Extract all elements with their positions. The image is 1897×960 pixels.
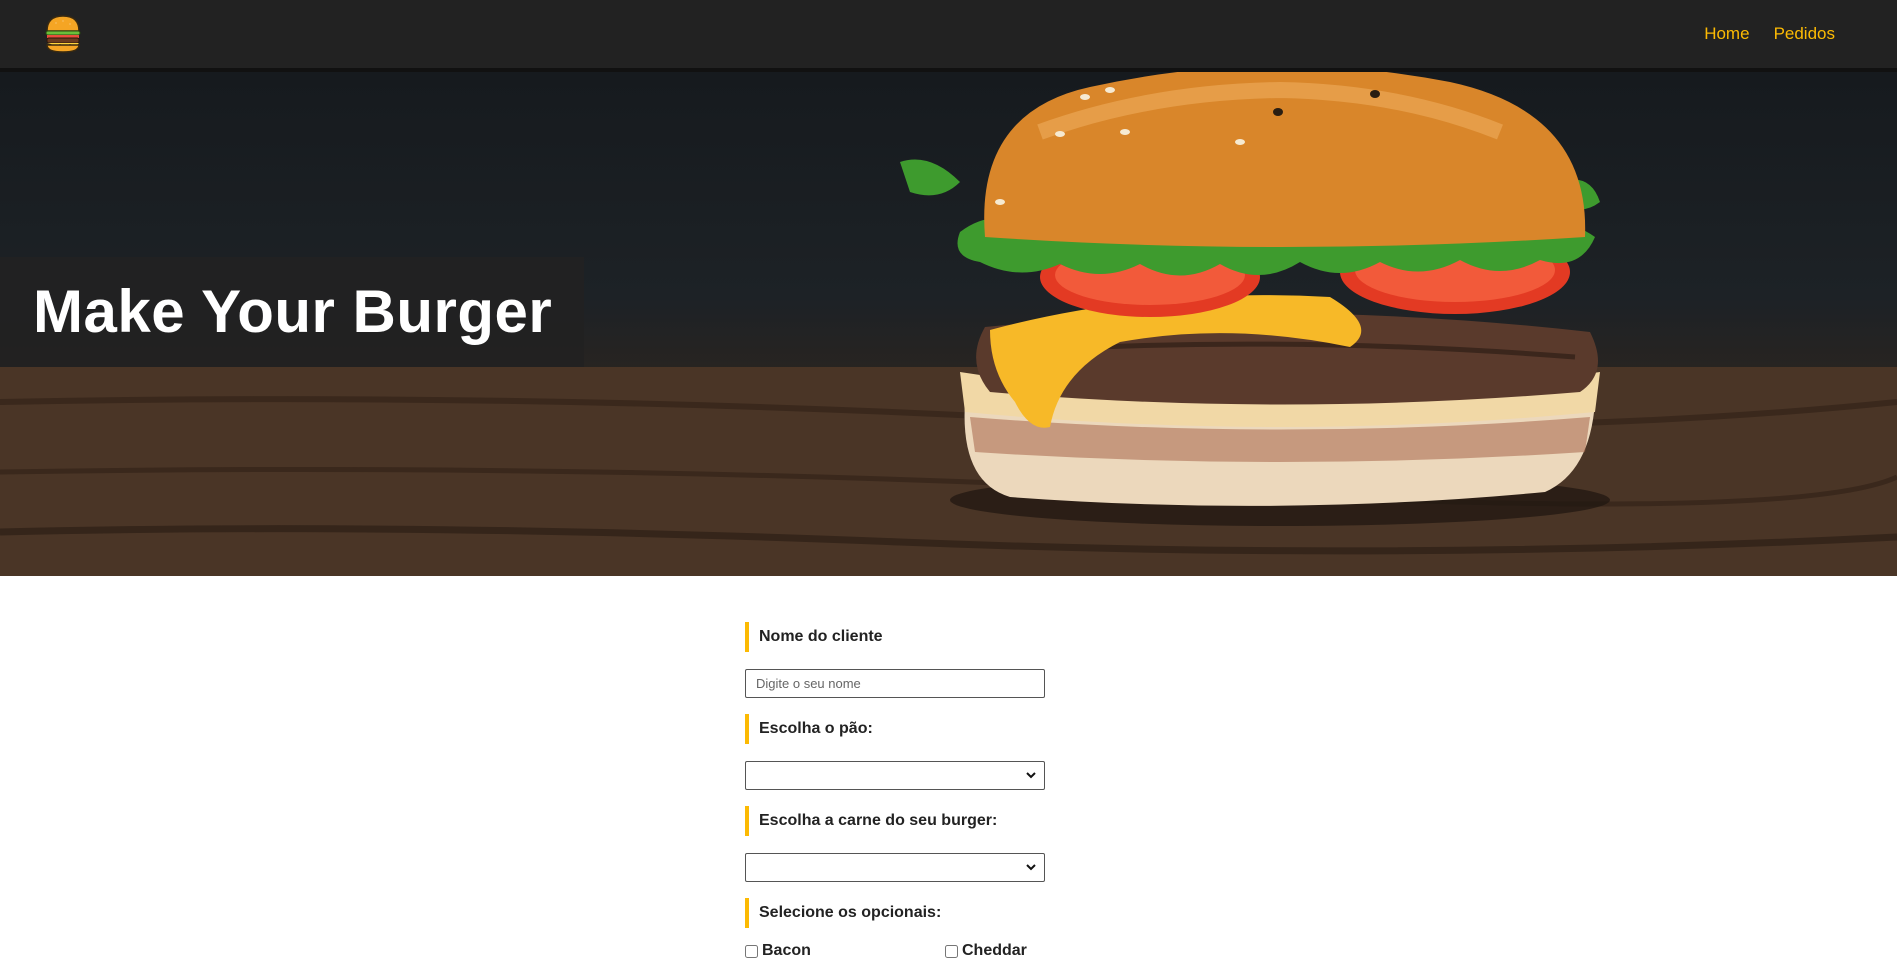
- cheddar-label: Cheddar: [962, 942, 1027, 959]
- hero-title-box: Make Your Burger: [0, 257, 584, 367]
- cheddar-checkbox[interactable]: [945, 944, 958, 958]
- optionals-label: Selecione os opcionais:: [745, 898, 941, 928]
- chevron-down-icon: [1026, 772, 1036, 779]
- nav-link-pedidos[interactable]: Pedidos: [1774, 24, 1835, 44]
- meat-select[interactable]: [745, 853, 1045, 882]
- nav-link-home[interactable]: Home: [1704, 24, 1749, 44]
- hero-title: Make Your Burger: [33, 278, 553, 345]
- bread-label: Escolha o pão:: [745, 714, 873, 744]
- bacon-label: Bacon: [762, 942, 811, 959]
- optional-cheddar[interactable]: Cheddar: [945, 942, 1145, 960]
- optionals-list: Bacon Cheddar: [745, 942, 1145, 960]
- hero-banner: Make Your Burger: [0, 72, 1897, 576]
- meat-label: Escolha a carne do seu burger:: [745, 806, 997, 836]
- nav-links: Home Pedidos: [1704, 0, 1835, 68]
- bread-select[interactable]: [745, 761, 1045, 790]
- bacon-checkbox[interactable]: [745, 944, 758, 958]
- chevron-down-icon: [1026, 864, 1036, 871]
- name-label: Nome do cliente: [745, 622, 883, 652]
- name-input[interactable]: [745, 669, 1045, 698]
- burger-icon[interactable]: [44, 14, 82, 54]
- navbar: Home Pedidos: [0, 0, 1897, 72]
- optional-bacon[interactable]: Bacon: [745, 942, 945, 960]
